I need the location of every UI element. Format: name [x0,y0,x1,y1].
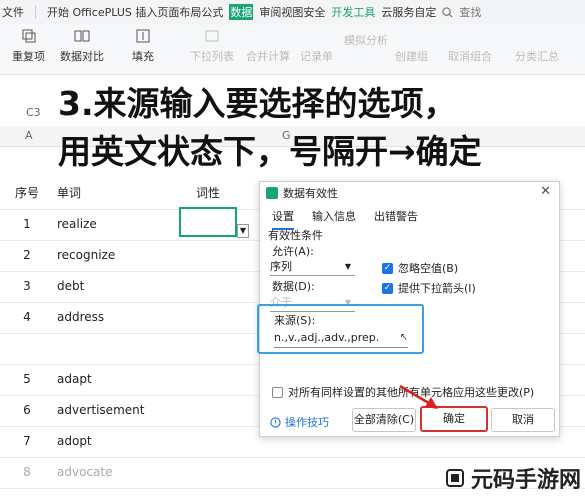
checkmark-icon: ✓ [382,262,393,274]
dialog-title: 数据有效性 [283,187,338,200]
cancel-button[interactable]: 取消 [491,408,555,432]
active-cell[interactable] [179,207,237,237]
ungroup-label: 取消组合 [448,50,492,63]
cell-reference[interactable]: C3 [26,106,41,119]
chevron-down-icon: ▼ [344,262,351,271]
source-input[interactable]: n.,v.,adj.,adv.,prep. ↖ [274,329,408,348]
clear-all-button[interactable]: 全部清除(C) [352,408,416,432]
create-group-label: 创建组 [395,50,428,63]
watermark-logo-icon [445,469,464,487]
tips-label: 操作技巧 [285,416,329,429]
compare-icon [74,30,90,42]
source-value: n.,v.,adj.,adv.,prep. [274,331,380,344]
word-cell[interactable]: advocate [57,457,112,488]
row-number[interactable]: 7 [0,426,54,457]
fill-label: 填充 [132,50,154,63]
section-label: 有效性条件 [268,229,323,242]
word-cell[interactable]: debt [57,271,84,302]
ok-button[interactable]: 确定 [420,406,488,432]
source-label: 来源(S): [274,314,316,327]
word-cell[interactable]: adapt [57,364,92,395]
fill-button[interactable]: 填充 [132,28,154,64]
menu-tab-cloud[interactable]: 云服务自定 [381,4,436,20]
allow-label: 允许(A): [272,245,314,258]
ignore-blank-checkbox[interactable]: ✓ 忽略空值(B) [382,260,458,276]
row-number[interactable]: 6 [0,395,54,426]
search-box[interactable]: 查找 [442,4,484,20]
instruction-line-2: 用英文状态下，号隔开→确定 [58,132,482,171]
apply-all-label: 对所有同样设置的其他所有单元格应用这些更改(P) [288,386,535,399]
duplicates-icon [22,29,35,43]
what-if-label: 模拟分析 [344,34,388,47]
create-group-button[interactable]: 创建组 [395,28,428,64]
lightbulb-icon [270,416,281,428]
row-number[interactable]: 5 [0,364,54,395]
word-cell[interactable]: address [57,302,104,333]
what-if-button[interactable]: 模拟分析 [344,28,388,48]
instruction-line-1: 3.来源输入要选择的选项， [58,84,457,123]
word-cell[interactable]: advertisement [57,395,144,426]
consolidate-label: 合并计算 [246,50,290,63]
tips-link[interactable]: 操作技巧 [270,414,329,430]
cell-dropdown-arrow[interactable]: ▼ [237,224,249,238]
menu-tab-developer[interactable]: 开发工具 [331,4,375,20]
watermark-text: 元码手游网 [470,468,581,493]
data-label: 数据(D): [272,280,315,293]
range-picker-icon[interactable]: ↖ [400,329,408,347]
row-number[interactable]: 8 [0,457,54,488]
search-label: 查找 [459,6,482,19]
column-a-header[interactable]: A [25,129,33,142]
dropdown-list-button[interactable]: 下拉列表 [190,28,234,64]
ungroup-button[interactable]: 取消组合 [448,28,492,64]
ribbon-toolbar: 重复项 数据对比 填充 下拉列表 合并计算 记录单 模拟分析 创建组 取消组合 … [0,24,585,75]
search-icon [442,6,453,18]
duplicates-button[interactable]: 重复项 [12,28,45,64]
word-cell[interactable]: realize [57,209,97,240]
header-pos: 词性 [196,186,221,200]
consolidate-button[interactable]: 合并计算 [246,28,290,64]
fill-icon [136,29,150,43]
menu-file[interactable]: 文件 [2,4,24,20]
menu-bar: 文件 开始 OfficePLUS 插入页面布局公式 数据 审阅视图安全 开发工具 云… [0,0,585,24]
record-form-label: 记录单 [300,50,333,63]
dropdown-list-label: 下拉列表 [190,50,234,63]
checkmark-icon: ✓ [382,282,393,294]
data-compare-button[interactable]: 数据对比 [60,28,104,64]
row-number[interactable]: 2 [0,240,54,271]
divider [35,5,36,19]
subtotal-button[interactable]: 分类汇总 [515,28,559,64]
tab-error-alert[interactable]: 出错警告 [374,208,418,230]
app-logo-icon [266,187,278,199]
close-icon[interactable]: ✕ [540,184,551,199]
allow-select[interactable]: 序列 ▼ [270,258,355,276]
apply-all-checkbox[interactable]: 对所有同样设置的其他所有单元格应用这些更改(P) [272,384,534,400]
ignore-blank-label: 忽略空值(B) [398,262,459,275]
header-num: 序号 [14,186,39,200]
row-number[interactable]: 4 [0,302,54,333]
record-form-button[interactable]: 记录单 [300,28,333,64]
menu-tabs-mid[interactable]: 审阅视图安全 [259,4,325,20]
data-validation-dialog: 数据有效性 ✕ 设置 输入信息 出错警告 有效性条件 允许(A): 序列 ▼ 数… [257,181,560,437]
checkbox-empty-icon [272,386,283,398]
data-compare-label: 数据对比 [60,50,104,63]
menu-tabs[interactable]: 开始 OfficePLUS 插入页面布局公式 [47,4,223,20]
allow-value: 序列 [270,260,292,273]
header-word: 单词 [57,186,82,200]
word-cell[interactable]: recognize [57,240,115,271]
watermark: 元码手游网 [445,462,581,494]
row-number[interactable]: 3 [0,271,54,302]
word-cell[interactable]: adopt [57,426,92,457]
list-icon [205,30,219,42]
subtotal-label: 分类汇总 [515,50,559,63]
duplicates-label: 重复项 [12,50,45,63]
row-number[interactable]: 1 [0,209,54,240]
dropdown-arrow-label: 提供下拉箭头(I) [398,282,476,295]
dialog-title-bar: 数据有效性 [266,185,338,201]
menu-tab-data[interactable]: 数据 [229,4,254,20]
dropdown-arrow-checkbox[interactable]: ✓ 提供下拉箭头(I) [382,280,476,296]
